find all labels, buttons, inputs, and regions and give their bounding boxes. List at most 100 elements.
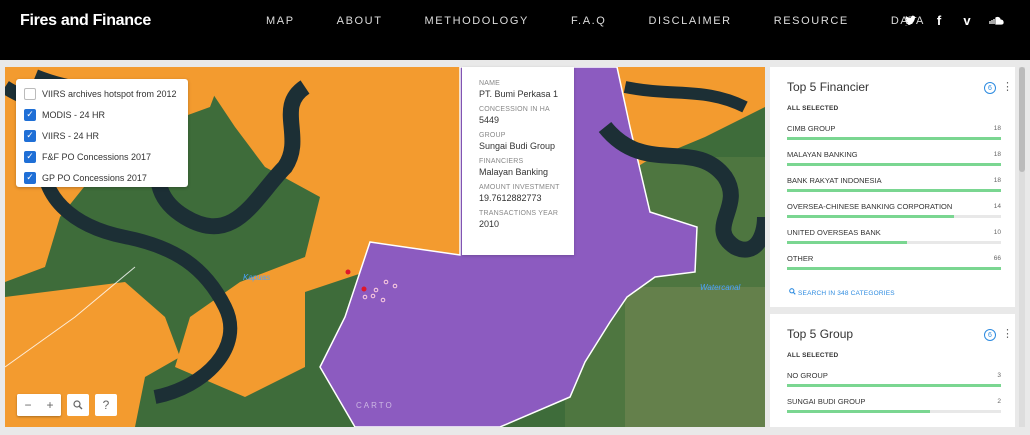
popup-concession-value: 5449 (479, 115, 500, 125)
selection-status: ALL SELECTED (787, 352, 839, 359)
nav-resource[interactable]: RESOURCE (774, 15, 849, 27)
category-bar-fill (787, 241, 907, 244)
search-categories-link[interactable]: SEARCH IN 348 CATEGORIES (789, 288, 895, 297)
category-name: NO GROUP (787, 371, 828, 380)
widget-title: Top 5 Financier (787, 80, 870, 94)
category-bar-track (787, 384, 1001, 387)
category-bar-fill (787, 137, 1001, 140)
top-financier-widget: Top 5 Financier 6 ⋮ ALL SELECTED CIMB GR… (770, 67, 1015, 307)
layer-toggle-panel: VIIRS archives hotspot from 2012 ✓ MODIS… (16, 79, 188, 187)
zoom-out-button[interactable]: − (17, 394, 39, 416)
category-name: OTHER (787, 254, 814, 263)
layer-gp-po-concessions[interactable]: ✓ GP PO Concessions 2017 (24, 167, 188, 188)
popup-year-value: 2010 (479, 219, 500, 229)
category-value: 66 (993, 255, 1001, 262)
canal-label: Watercanal (700, 283, 741, 292)
category-bar-track (787, 163, 1001, 166)
popup-investment-label: AMOUNT INVESTMENT (479, 184, 560, 191)
category-row[interactable]: MALAYAN BANKING 18 (787, 148, 1001, 174)
category-name: UNITED OVERSEAS BANK (787, 228, 881, 237)
river-label: Kapuas (243, 273, 271, 282)
top-navigation-bar: Fires and Finance MAP ABOUT METHODOLOGY … (0, 0, 1030, 60)
search-categories-label: SEARCH IN 348 CATEGORIES (798, 290, 895, 297)
checkbox-checked-icon[interactable]: ✓ (24, 108, 36, 121)
popup-group-label: GROUP (479, 132, 506, 139)
category-name: SUNGAI BUDI GROUP (787, 397, 866, 406)
category-count-badge[interactable]: 6 (984, 82, 996, 94)
layer-viirs-archive[interactable]: VIIRS archives hotspot from 2012 (24, 83, 188, 104)
category-value: 10 (993, 229, 1001, 236)
category-bar-fill (787, 410, 931, 413)
widget-title: Top 5 Group (787, 327, 854, 341)
nav-disclaimer[interactable]: DISCLAIMER (648, 15, 731, 27)
popup-year-label: TRANSACTIONS YEAR (479, 210, 559, 217)
popup-name-value: PT. Bumi Perkasa 1 (479, 89, 559, 99)
layer-viirs-24hr[interactable]: ✓ VIIRS - 24 HR (24, 125, 188, 146)
category-row[interactable]: BANK RAKYAT INDONESIA 18 (787, 174, 1001, 200)
category-row[interactable]: NO GROUP 3 (787, 369, 1001, 395)
category-row[interactable]: SUNGAI BUDI GROUP 2 (787, 395, 1001, 421)
nav-about[interactable]: ABOUT (337, 15, 383, 27)
nav-faq[interactable]: F.A.Q (571, 15, 607, 27)
sidebar-scrollbar[interactable] (1019, 67, 1025, 427)
twitter-icon[interactable] (904, 14, 918, 28)
category-row[interactable]: UNITED OVERSEAS BANK 10 (787, 226, 1001, 252)
layer-label: VIIRS archives hotspot from 2012 (42, 88, 177, 99)
map-controls: − + ? (17, 394, 117, 416)
category-bar-track (787, 410, 1001, 413)
category-count-badge[interactable]: 6 (984, 329, 996, 341)
checkbox-checked-icon[interactable]: ✓ (24, 171, 36, 184)
vimeo-icon[interactable]: v (960, 14, 974, 28)
search-button[interactable] (67, 394, 89, 416)
nav-map[interactable]: MAP (266, 15, 295, 27)
more-options-icon[interactable]: ⋮ (1002, 80, 1013, 93)
popup-concession-label: CONCESSION IN HA (479, 106, 550, 113)
fire-hotspot-marker[interactable] (345, 269, 351, 275)
layer-label: VIIRS - 24 HR (42, 130, 100, 141)
search-icon (73, 400, 83, 410)
zoom-controls: − + (17, 394, 61, 416)
top-group-widget: Top 5 Group 6 ⋮ ALL SELECTED NO GROUP 3 SU… (770, 314, 1015, 427)
category-bar-fill (787, 215, 954, 218)
category-bar-fill (787, 163, 1001, 166)
soundcloud-icon[interactable] (988, 14, 1004, 28)
category-value: 2 (997, 398, 1001, 405)
nav-methodology[interactable]: METHODOLOGY (425, 15, 529, 27)
concession-info-popup: NAME PT. Bumi Perkasa 1 CONCESSION IN HA… (462, 67, 574, 255)
category-row[interactable]: CIMB GROUP 18 (787, 122, 1001, 148)
facebook-icon[interactable]: f (932, 14, 946, 28)
popup-investment-value: 19.7612882773 (479, 193, 542, 203)
popup-name-label: NAME (479, 80, 501, 87)
main-nav: MAP ABOUT METHODOLOGY F.A.Q DISCLAIMER R… (266, 15, 967, 27)
selection-status: ALL SELECTED (787, 105, 839, 112)
category-bar-track (787, 241, 1001, 244)
layer-ff-po-concessions[interactable]: ✓ F&F PO Concessions 2017 (24, 146, 188, 167)
category-name: BANK RAKYAT INDONESIA (787, 176, 882, 185)
social-links: f v (904, 14, 1004, 28)
group-list: NO GROUP 3 SUNGAI BUDI GROUP 2 (787, 369, 1001, 421)
category-bar-fill (787, 267, 1001, 270)
category-bar-fill (787, 384, 1001, 387)
category-value: 14 (993, 203, 1001, 210)
carto-attribution[interactable]: CARTO (356, 401, 394, 410)
site-brand[interactable]: Fires and Finance (20, 12, 151, 30)
category-bar-track (787, 215, 1001, 218)
fire-hotspot-marker[interactable] (361, 286, 367, 292)
checkbox-checked-icon[interactable]: ✓ (24, 129, 36, 142)
layer-label: F&F PO Concessions 2017 (42, 151, 152, 162)
category-row[interactable]: OTHER 66 (787, 252, 1001, 278)
popup-financiers-label: FINANCIERS (479, 158, 524, 165)
category-value: 18 (993, 151, 1001, 158)
scrollbar-thumb[interactable] (1019, 67, 1025, 172)
layer-modis-24hr[interactable]: ✓ MODIS - 24 HR (24, 104, 188, 125)
category-row[interactable]: OVERSEA-CHINESE BANKING CORPORATION 14 (787, 200, 1001, 226)
category-name: OVERSEA-CHINESE BANKING CORPORATION (787, 202, 953, 211)
category-value: 18 (993, 177, 1001, 184)
category-name: CIMB GROUP (787, 124, 836, 133)
checkbox-unchecked-icon[interactable] (24, 87, 36, 100)
more-options-icon[interactable]: ⋮ (1002, 327, 1013, 340)
checkbox-checked-icon[interactable]: ✓ (24, 150, 36, 163)
layer-label: GP PO Concessions 2017 (42, 172, 147, 183)
help-button[interactable]: ? (95, 394, 117, 416)
zoom-in-button[interactable]: + (39, 394, 61, 416)
